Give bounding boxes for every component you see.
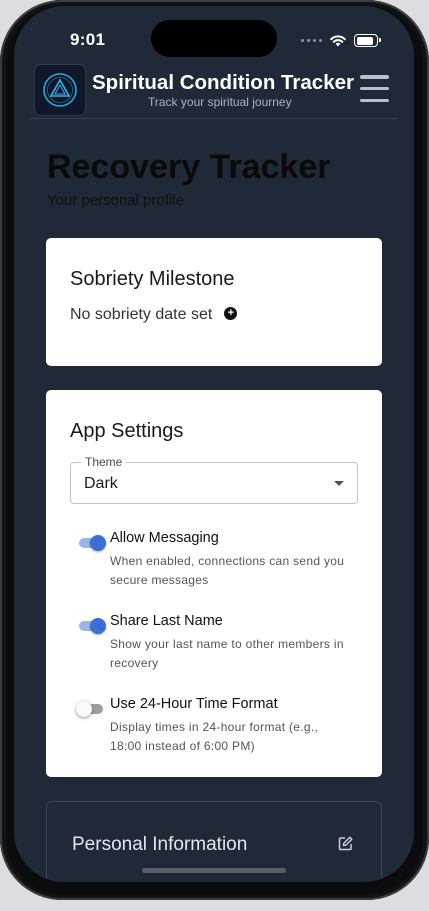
wifi-icon (330, 34, 346, 46)
share-last-name-label: Share Last Name (110, 613, 223, 629)
hamburger-menu-icon[interactable] (360, 75, 389, 102)
theme-select[interactable]: Theme Dark (70, 455, 358, 504)
share-last-name-toggle[interactable] (76, 617, 106, 635)
theme-label: Theme (81, 455, 127, 469)
share-last-name-description: Show your last name to other members in … (110, 637, 344, 670)
24-hour-time-description: Display times in 24-hour format (e.g., 1… (110, 720, 319, 753)
no-sobriety-date-text: No sobriety date set (70, 306, 213, 323)
setting-share-last-name: Share Last Name Show your last name to o… (76, 613, 366, 673)
status-time: 9:01 (70, 30, 106, 49)
dynamic-island (151, 20, 277, 57)
page-subtitle: Your personal profile (47, 192, 185, 209)
no-date-row: No sobriety date set + (70, 306, 238, 324)
app-header: Spiritual Condition Tracker Track your s… (30, 56, 398, 119)
add-circle-icon[interactable]: + (224, 307, 238, 321)
settings-title: App Settings (70, 420, 184, 442)
allow-messaging-description: When enabled, connections can send you s… (110, 554, 345, 587)
home-indicator[interactable] (142, 868, 286, 873)
milestone-title: Sobriety Milestone (70, 268, 235, 290)
setting-allow-messaging: Allow Messaging When enabled, connection… (76, 530, 366, 590)
app-settings-card: App Settings Theme Dark Allow Messaging … (46, 390, 382, 777)
app-screen: 9:01 Spiritual Condition Tracker Track y… (14, 6, 414, 882)
signal-dots-icon (301, 39, 322, 42)
battery-icon (354, 34, 381, 47)
personal-information-title: Personal Information (72, 834, 248, 855)
theme-value: Dark (84, 475, 118, 492)
phone-frame: 9:01 Spiritual Condition Tracker Track y… (0, 0, 429, 900)
app-title: Spiritual Condition Tracker (92, 71, 354, 94)
allow-messaging-toggle[interactable] (76, 534, 106, 552)
setting-24-hour-time: Use 24-Hour Time Format Display times in… (76, 696, 366, 756)
24-hour-time-label: Use 24-Hour Time Format (110, 696, 278, 712)
status-icons (301, 34, 381, 47)
page-title: Recovery Tracker (47, 148, 331, 186)
app-logo-icon[interactable] (34, 64, 86, 116)
app-subtitle: Track your spiritual journey (148, 95, 292, 109)
24-hour-time-toggle[interactable] (76, 700, 106, 718)
allow-messaging-label: Allow Messaging (110, 530, 219, 546)
sobriety-milestone-card: Sobriety Milestone No sobriety date set + (46, 238, 382, 366)
edit-icon[interactable] (338, 836, 353, 851)
dropdown-arrow-icon (334, 481, 344, 486)
